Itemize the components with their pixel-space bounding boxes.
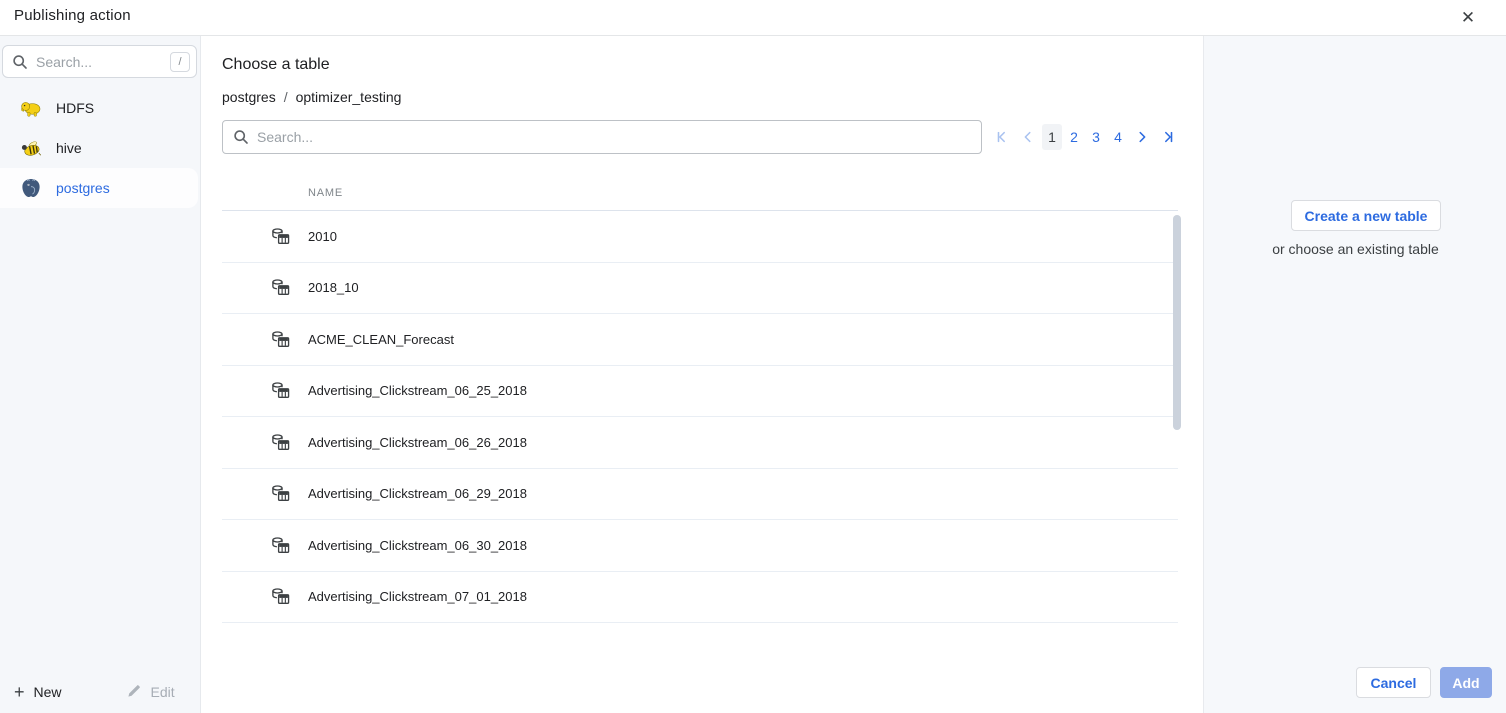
name-column-header: NAME: [308, 187, 343, 199]
postgres-elephant-icon: [20, 177, 42, 199]
previous-page-icon[interactable]: [1016, 124, 1040, 150]
database-table-icon: [271, 433, 290, 452]
table-name: Advertising_Clickstream_06_30_2018: [308, 538, 527, 553]
search-icon: [233, 129, 249, 145]
sidebar-search-input[interactable]: [36, 54, 170, 70]
breadcrumb-schema[interactable]: optimizer_testing: [296, 89, 402, 105]
table-row[interactable]: Advertising_Clickstream_06_25_2018: [222, 366, 1178, 418]
pencil-icon: [127, 683, 142, 701]
table-search-input[interactable]: [257, 129, 971, 145]
add-button[interactable]: Add: [1440, 667, 1492, 698]
sources-sidebar: / HDFS: [0, 36, 201, 713]
table-row[interactable]: 2010: [222, 211, 1178, 263]
dialog-title: Publishing action: [14, 7, 131, 24]
sidebar-footer: + New Edit: [0, 671, 201, 713]
breadcrumb-separator: /: [284, 89, 288, 105]
table-name: ACME_CLEAN_Forecast: [308, 332, 454, 347]
create-new-table-button[interactable]: Create a new table: [1291, 200, 1441, 231]
hive-bee-icon: [20, 137, 42, 159]
dialog-footer-buttons: Cancel Add: [1356, 667, 1492, 698]
database-table-icon: [271, 587, 290, 606]
source-list: HDFS hive: [0, 88, 201, 208]
database-table-icon: [271, 381, 290, 400]
table-controls-row: 1 2 3 4: [222, 120, 1182, 154]
sidebar-item-label: postgres: [56, 180, 110, 196]
database-table-icon: [271, 330, 290, 349]
page-title: Choose a table: [222, 56, 330, 74]
edit-label: Edit: [151, 684, 175, 700]
database-table-icon: [271, 278, 290, 297]
database-table-icon: [271, 484, 290, 503]
page-number-4[interactable]: 4: [1108, 124, 1128, 150]
hadoop-elephant-icon: [20, 97, 42, 119]
table-row[interactable]: Advertising_Clickstream_06_30_2018: [222, 520, 1178, 572]
table-header: NAME: [222, 175, 1178, 211]
page-number-3[interactable]: 3: [1086, 124, 1106, 150]
breadcrumb: postgres / optimizer_testing: [222, 89, 401, 105]
publishing-action-dialog: Publishing action ✕ /: [0, 0, 1506, 713]
sidebar-item-postgres[interactable]: postgres: [0, 168, 198, 208]
database-table-icon: [271, 227, 290, 246]
plus-icon: +: [14, 683, 25, 701]
or-choose-existing-text: or choose an existing table: [1204, 241, 1506, 257]
table-row[interactable]: Advertising_Clickstream_07_01_2018: [222, 572, 1178, 624]
last-page-icon[interactable]: [1156, 124, 1180, 150]
table-row[interactable]: Advertising_Clickstream_06_26_2018: [222, 417, 1178, 469]
table-rows: 2010 2018_10 ACME_CLEAN_Forecast Adverti…: [222, 211, 1178, 623]
new-connection-button[interactable]: + New: [14, 683, 62, 701]
table-row[interactable]: Advertising_Clickstream_06_29_2018: [222, 469, 1178, 521]
database-table-icon: [271, 536, 290, 555]
table-picker-panel: Choose a table postgres / optimizer_test…: [201, 36, 1203, 713]
first-page-icon[interactable]: [990, 124, 1014, 150]
cancel-button[interactable]: Cancel: [1356, 667, 1431, 698]
slash-shortcut-badge: /: [170, 52, 190, 72]
table-name: Advertising_Clickstream_06_29_2018: [308, 486, 527, 501]
table-name: Advertising_Clickstream_07_01_2018: [308, 589, 527, 604]
table-row[interactable]: ACME_CLEAN_Forecast: [222, 314, 1178, 366]
next-page-icon[interactable]: [1130, 124, 1154, 150]
table-row[interactable]: 2018_10: [222, 263, 1178, 315]
sidebar-search-box[interactable]: /: [2, 45, 197, 78]
pagination: 1 2 3 4: [990, 124, 1182, 150]
table-search-box[interactable]: [222, 120, 982, 154]
new-label: New: [34, 684, 62, 700]
table-scrollbar-thumb[interactable]: [1173, 215, 1181, 430]
close-icon[interactable]: ✕: [1456, 6, 1480, 30]
dialog-header: Publishing action ✕: [0, 0, 1506, 36]
table-name: Advertising_Clickstream_06_25_2018: [308, 383, 527, 398]
action-side-panel: Create a new table or choose an existing…: [1203, 36, 1506, 713]
table-name: 2018_10: [308, 280, 359, 295]
sidebar-item-label: hive: [56, 140, 82, 156]
edit-connection-button[interactable]: Edit: [127, 683, 175, 701]
table-name: Advertising_Clickstream_06_26_2018: [308, 435, 527, 450]
sidebar-item-label: HDFS: [56, 100, 94, 116]
table-name: 2010: [308, 229, 337, 244]
search-icon: [11, 53, 29, 71]
sidebar-item-hdfs[interactable]: HDFS: [0, 88, 201, 128]
page-number-1[interactable]: 1: [1042, 124, 1062, 150]
sidebar-item-hive[interactable]: hive: [0, 128, 201, 168]
page-number-2[interactable]: 2: [1064, 124, 1084, 150]
breadcrumb-database[interactable]: postgres: [222, 89, 276, 105]
